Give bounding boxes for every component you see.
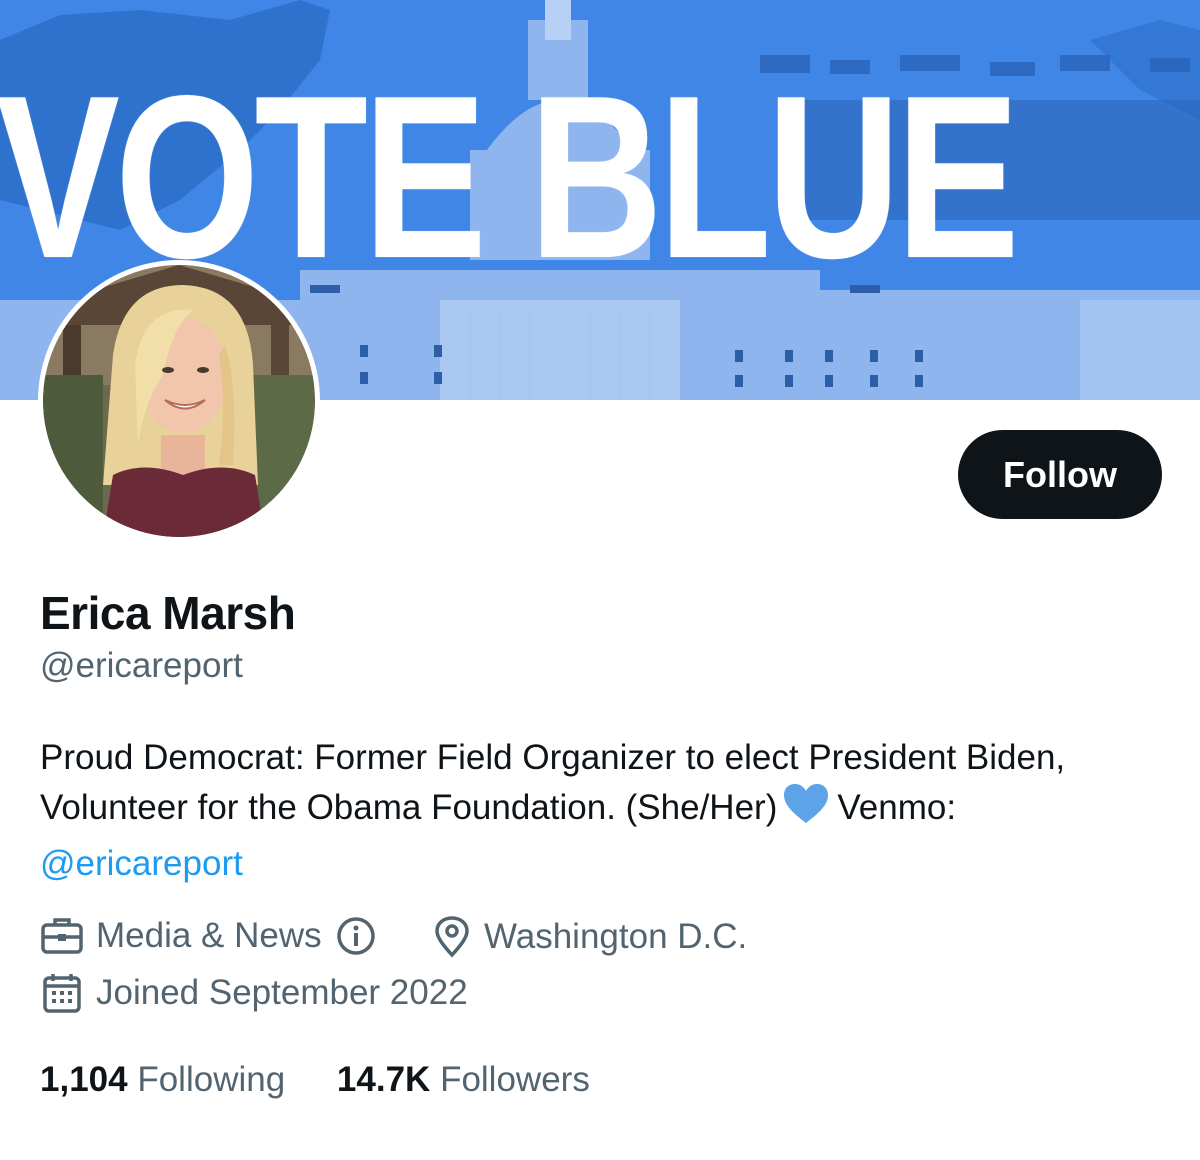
bio-mention-link[interactable]: @ericareport	[40, 839, 1180, 889]
briefcase-icon	[40, 916, 84, 956]
info-icon[interactable]	[336, 916, 376, 956]
profile-location: Washington D.C.	[432, 916, 747, 958]
bio-venmo-label: Venmo:	[837, 788, 957, 827]
calendar-icon	[40, 972, 84, 1014]
banner-headline: VOTE BLUE	[0, 48, 1020, 307]
location-pin-icon	[432, 916, 472, 958]
followers-label: Followers	[440, 1060, 590, 1099]
following-link[interactable]: 1,104 Following	[40, 1060, 285, 1100]
follow-button[interactable]: Follow	[958, 430, 1162, 519]
bio-line-1: Proud Democrat: Former Field Organizer t…	[40, 738, 1066, 777]
display-name: Erica Marsh	[40, 587, 296, 639]
followers-link[interactable]: 14.7K Followers	[337, 1060, 590, 1100]
joined-label: Joined September 2022	[96, 973, 468, 1012]
profile-bio: Proud Democrat: Former Field Organizer t…	[40, 733, 1180, 889]
followers-count: 14.7K	[336, 1060, 431, 1099]
profile-joined: Joined September 2022	[40, 972, 468, 1014]
profile-avatar[interactable]	[38, 260, 320, 542]
bio-line-2-text: Volunteer for the Obama Foundation. (She…	[40, 788, 778, 827]
following-count: 1,104	[40, 1060, 128, 1099]
profile-stats: 1,104 Following 14.7K Followers	[40, 1060, 632, 1100]
profile-category: Media & News	[40, 916, 388, 956]
category-label: Media & News	[96, 916, 322, 955]
profile-page: VOTE BLUE Follow Erica Marsh @ericarepor…	[0, 0, 1200, 1160]
avatar-photo	[43, 265, 315, 537]
user-handle: @ericareport	[40, 646, 243, 685]
following-label: Following	[137, 1060, 286, 1099]
blue-heart-icon	[783, 783, 829, 839]
bio-line-2: Volunteer for the Obama Foundation. (She…	[40, 783, 1180, 839]
location-label: Washington D.C.	[484, 917, 748, 956]
